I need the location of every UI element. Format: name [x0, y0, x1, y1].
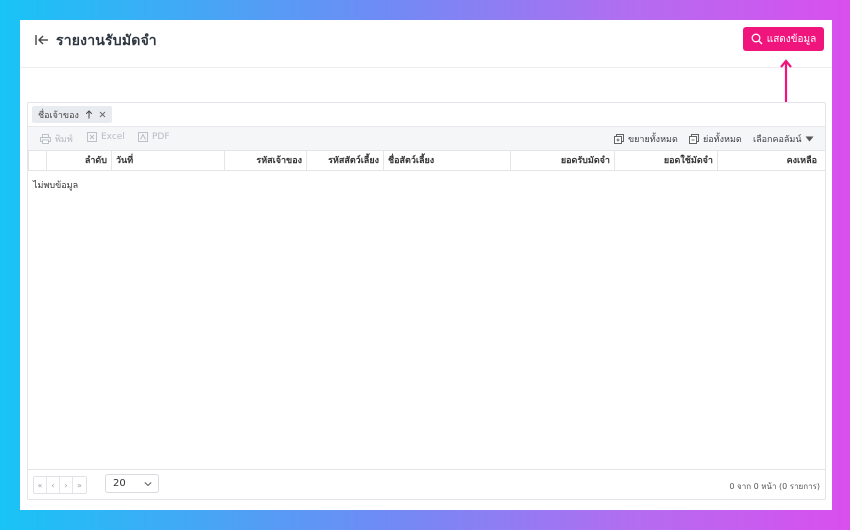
export-pdf-button[interactable]: PDF: [138, 132, 170, 142]
table-header: ลำดับ วันที่ รหัสเจ้าของ รหัสสัตว์เลี้ยง…: [28, 151, 825, 171]
column-header-date[interactable]: วันที่: [111, 151, 224, 171]
group-panel: ชื่อเจ้าของ: [28, 103, 825, 127]
page-info: 0 จาก 0 หน้า (0 รายการ): [729, 482, 820, 491]
page-size-value: 20: [113, 478, 126, 489]
column-header-pet-name[interactable]: ชื่อสัตว์เลี้ยง: [383, 151, 510, 171]
sort-ascending-icon[interactable]: [85, 110, 93, 119]
show-data-label: แสดงข้อมูล: [766, 33, 817, 45]
printer-icon: [40, 134, 51, 144]
data-grid: ชื่อเจ้าของ พิมพ์ Excel PDF ขยายทั้งหมด …: [27, 102, 826, 500]
chevron-down-icon: [144, 480, 152, 488]
caret-down-icon: [805, 136, 814, 142]
header-spacer: [28, 151, 46, 171]
expand-all-icon: [614, 134, 624, 144]
grid-footer: « ‹ › » 20 0 จาก 0 หน้า (0 รายการ): [28, 469, 825, 499]
print-button[interactable]: พิมพ์: [40, 132, 73, 146]
choose-columns-dropdown[interactable]: เลือกคอลัมน์: [753, 132, 814, 146]
show-data-button[interactable]: แสดงข้อมูล: [743, 27, 824, 51]
first-page-button[interactable]: «: [34, 477, 47, 493]
excel-label: Excel: [101, 132, 125, 142]
search-icon: [751, 33, 763, 45]
prev-page-button[interactable]: ‹: [47, 477, 60, 493]
column-header-balance[interactable]: คงเหลือ: [717, 151, 821, 171]
report-window: รายงานรับมัดจำ แสดงข้อมูล ชื่อเจ้าของ พิ…: [20, 20, 832, 510]
column-header-pet-code[interactable]: รหัสสัตว์เลี้ยง: [306, 151, 383, 171]
group-chip-owner-name[interactable]: ชื่อเจ้าของ: [32, 106, 112, 123]
remove-group-icon[interactable]: [99, 111, 106, 118]
collapse-all-button[interactable]: ย่อทั้งหมด: [689, 132, 742, 146]
export-excel-button[interactable]: Excel: [87, 132, 125, 142]
grid-toolbar: พิมพ์ Excel PDF ขยายทั้งหมด ย่อทั้งหมด เ…: [28, 127, 825, 151]
collapse-sidebar-icon[interactable]: [34, 32, 50, 48]
pdf-icon: [138, 132, 148, 142]
page-header: รายงานรับมัดจำ แสดงข้อมูล: [20, 20, 832, 68]
expand-all-button[interactable]: ขยายทั้งหมด: [614, 132, 678, 146]
page-size-select[interactable]: 20: [105, 474, 159, 493]
last-page-button[interactable]: »: [73, 477, 86, 493]
print-label: พิมพ์: [55, 135, 73, 145]
pdf-label: PDF: [152, 132, 170, 142]
expand-all-label: ขยายทั้งหมด: [628, 135, 678, 145]
no-data-message: ไม่พบข้อมูล: [33, 181, 79, 191]
choose-columns-label: เลือกคอลัมน์: [753, 135, 802, 145]
column-header-deposit-used[interactable]: ยอดใช้มัดจำ: [614, 151, 717, 171]
group-chip-label: ชื่อเจ้าของ: [38, 110, 79, 121]
collapse-all-label: ย่อทั้งหมด: [703, 135, 742, 145]
column-header-seq[interactable]: ลำดับ: [46, 151, 111, 171]
next-page-button[interactable]: ›: [60, 477, 73, 493]
page-title: รายงานรับมัดจำ: [56, 33, 157, 49]
collapse-all-icon: [689, 134, 699, 144]
excel-icon: [87, 132, 97, 142]
pager: « ‹ › »: [33, 476, 87, 494]
column-header-owner-code[interactable]: รหัสเจ้าของ: [224, 151, 306, 171]
column-header-deposit-received[interactable]: ยอดรับมัดจำ: [510, 151, 614, 171]
pointer-arrow-icon: [780, 58, 792, 108]
